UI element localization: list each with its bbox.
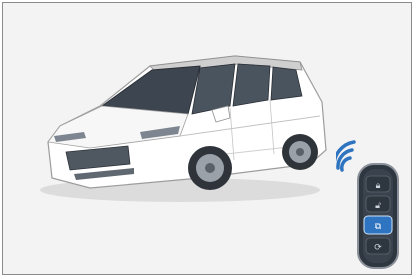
- key-fob: 🔒︎ 🔓︎ ⧉ ⟳: [357, 163, 399, 269]
- car-illustration: [40, 55, 327, 202]
- svg-text:🔒︎: 🔒︎: [376, 181, 381, 191]
- svg-text:🔓︎: 🔓︎: [375, 201, 381, 211]
- svg-text:⟳: ⟳: [374, 243, 382, 253]
- svg-text:⧉: ⧉: [375, 222, 382, 232]
